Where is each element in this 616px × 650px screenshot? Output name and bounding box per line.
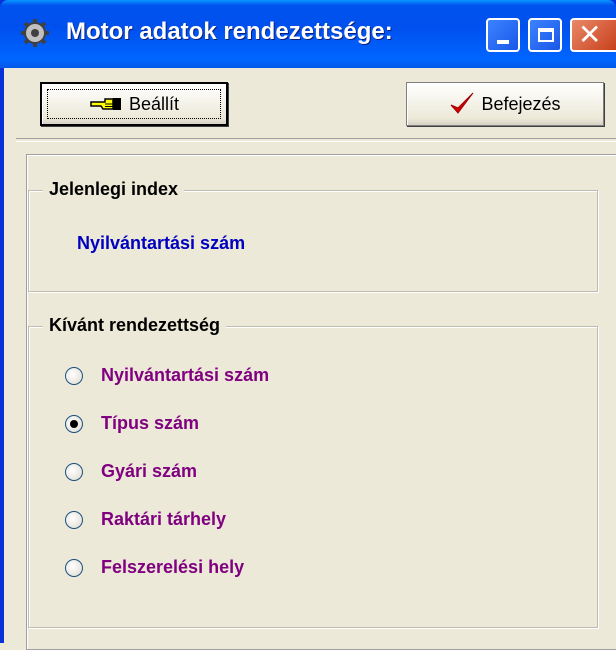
finish-button[interactable]: Befejezés [406,82,604,126]
current-index-group: Jelenlegi index Nyilvántartási szám [28,179,598,292]
finish-button-label: Befejezés [481,93,561,114]
radio-label[interactable]: Gyári szám [101,461,197,482]
checkmark-icon [451,92,474,114]
current-index-value: Nyilvántartási szám [77,233,246,253]
radio-button-checked[interactable] [65,414,83,433]
sort-order-legend: Kívánt rendezettség [43,315,227,336]
radio-label[interactable]: Nyilvántartási szám [101,365,269,386]
radio-button[interactable] [65,558,83,577]
radio-option-installation-location[interactable]: Felszerelési hely [65,557,244,578]
radio-option-serial-number[interactable]: Gyári szám [65,461,197,482]
main-window: Motor adatok rendezettsége: ✕ Beállít Be… [0,0,616,650]
toolbar-separator [16,138,616,142]
window-client-area: Beállít Befejezés Jelenlegi index Nyilvá… [0,68,616,650]
close-button[interactable]: ✕ [570,18,616,52]
minimize-icon [497,40,509,44]
set-button[interactable]: Beállít [40,82,228,126]
radio-label[interactable]: Raktári tárhely [101,509,226,530]
radio-option-warehouse-location[interactable]: Raktári tárhely [65,509,226,530]
window-title: Motor adatok rendezettsége: [66,18,393,45]
minimize-button[interactable] [486,18,520,52]
focus-rectangle [47,89,221,119]
sort-order-group: Kívánt rendezettség Nyilvántartási szám … [28,315,598,628]
close-icon: ✕ [578,18,602,51]
radio-label[interactable]: Típus szám [101,413,199,434]
radio-button[interactable] [65,510,83,529]
maximize-icon [538,28,554,42]
maximize-button[interactable] [528,18,562,52]
radio-option-type-number[interactable]: Típus szám [65,413,199,434]
radio-option-registration-number[interactable]: Nyilvántartási szám [65,365,269,386]
radio-button[interactable] [65,462,83,481]
radio-label[interactable]: Felszerelési hely [101,557,244,578]
radio-button[interactable] [65,366,83,385]
gear-icon [21,19,49,47]
title-bar[interactable]: Motor adatok rendezettsége: ✕ [0,0,616,68]
current-index-legend: Jelenlegi index [43,179,185,200]
